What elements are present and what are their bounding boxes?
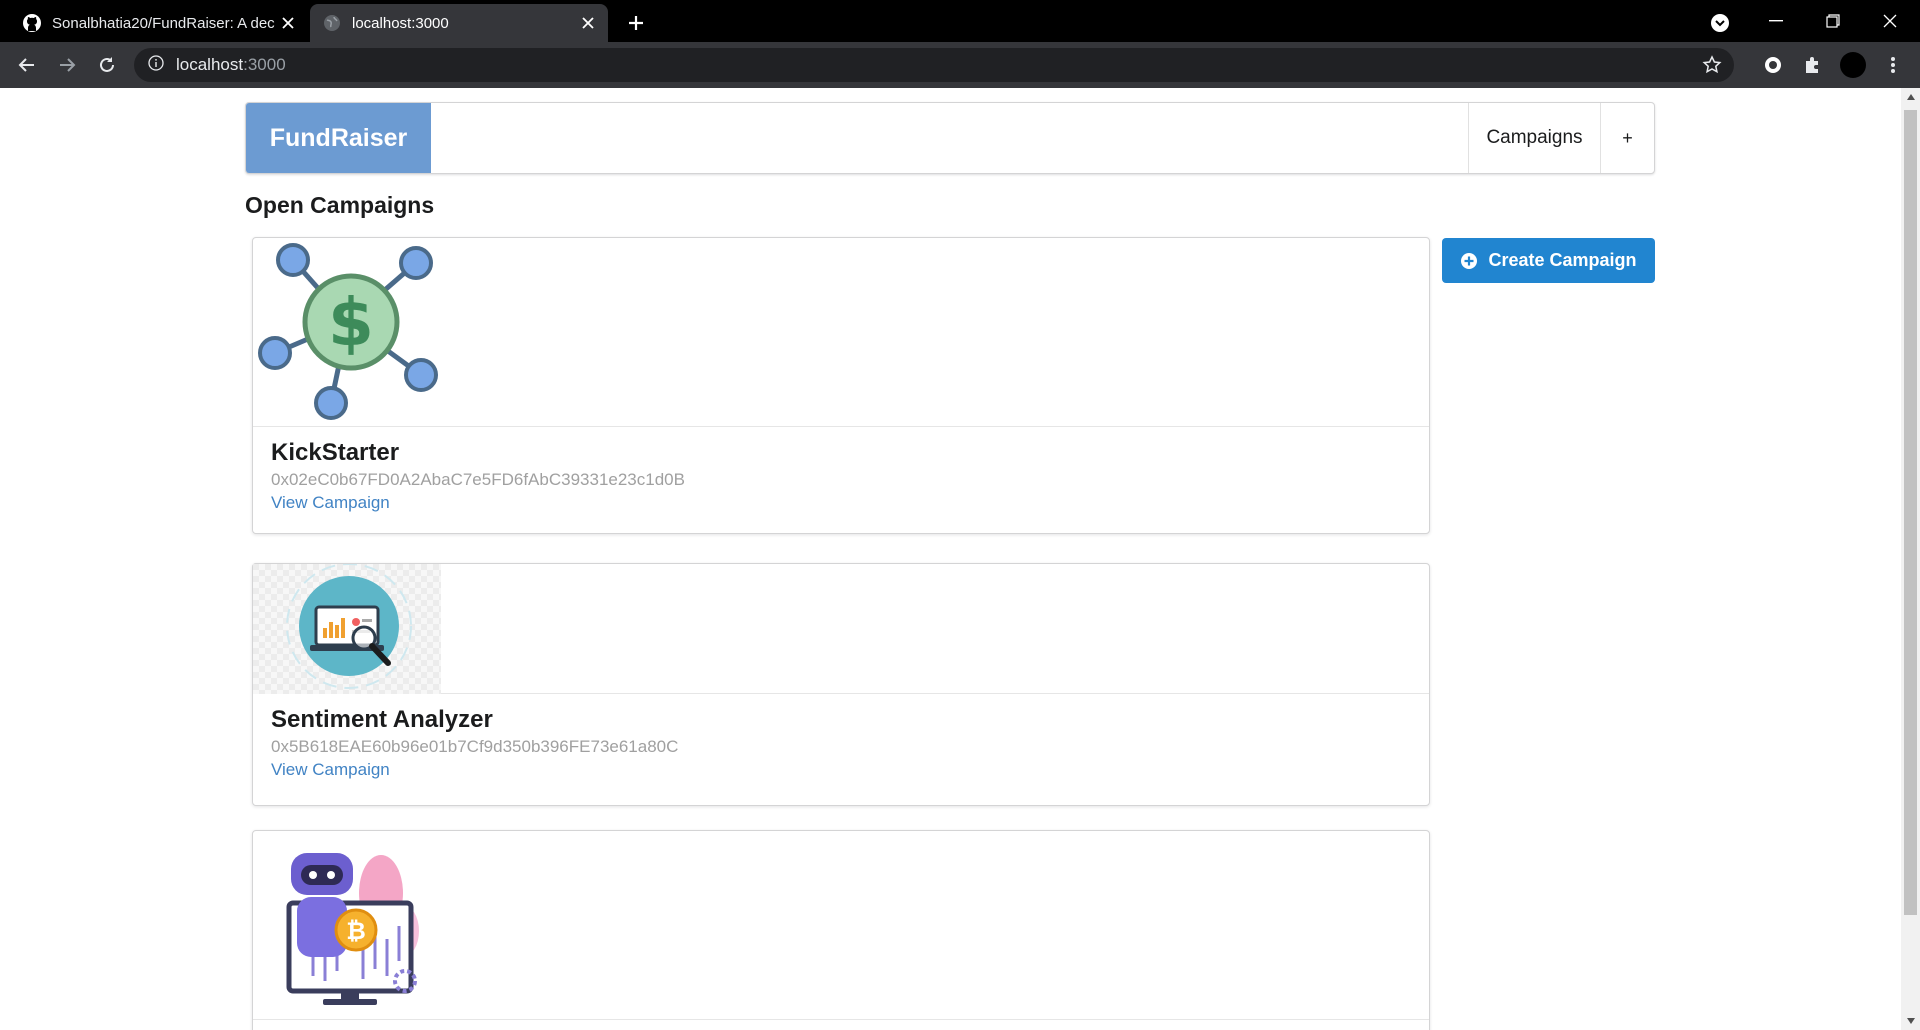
- browser-toolbar: localhost:3000: [0, 42, 1920, 88]
- scrollbar-thumb[interactable]: [1904, 110, 1917, 915]
- create-campaign-button[interactable]: Create Campaign: [1442, 238, 1655, 283]
- github-icon: [22, 13, 42, 33]
- forward-arrow-icon[interactable]: [51, 49, 83, 81]
- bookmark-star-icon[interactable]: [1702, 55, 1722, 80]
- tab-localhost[interactable]: localhost:3000: [310, 4, 608, 42]
- robot-bitcoin-icon: ₿: [253, 831, 1429, 1020]
- globe-icon: [322, 13, 342, 33]
- campaign-address: 0x5B618EAE60b96e01b7Cf9d350b396FE73e61a8…: [271, 737, 679, 756]
- back-arrow-icon[interactable]: [11, 49, 43, 81]
- browser-tab-strip: Sonalbhatia20/FundRaiser: A dec localhos…: [0, 0, 1920, 42]
- page-viewport: FundRaiser Campaigns + Open Campaigns Cr…: [0, 88, 1901, 1030]
- page-title: Open Campaigns: [245, 192, 435, 218]
- nav-add-button[interactable]: +: [1600, 103, 1654, 173]
- close-icon[interactable]: [278, 13, 298, 33]
- tab-title: localhost:3000: [352, 14, 449, 32]
- create-campaign-label: Create Campaign: [1488, 250, 1637, 270]
- nav-campaigns-link[interactable]: Campaigns: [1468, 103, 1600, 173]
- svg-text:₿: ₿: [346, 917, 366, 945]
- laptop-magnifier-icon: [253, 564, 1429, 694]
- campaign-card: Sentiment Analyzer 0x5B618EAE60b96e01b7C…: [252, 563, 1430, 806]
- tab-title: Sonalbhatia20/FundRaiser: A dec: [52, 14, 275, 32]
- puzzle-icon[interactable]: [1797, 49, 1829, 81]
- top-menu: FundRaiser Campaigns +: [245, 102, 1655, 174]
- close-icon[interactable]: [578, 13, 598, 33]
- extension-icon[interactable]: [1757, 49, 1789, 81]
- campaign-name: KickStarter: [271, 439, 400, 466]
- svg-text:$: $: [328, 284, 374, 361]
- profile-avatar[interactable]: [1837, 49, 1869, 81]
- campaign-card: ₿: [252, 830, 1430, 1030]
- campaign-card: $ KickStarter 0x02eC0b67FD0A2AbaC7e5FD6f…: [252, 237, 1430, 534]
- add-circle-icon: [1460, 252, 1478, 270]
- view-campaign-link[interactable]: View Campaign: [271, 758, 390, 782]
- tab-search-icon[interactable]: [1706, 9, 1734, 37]
- view-campaign-link[interactable]: View Campaign: [271, 491, 390, 515]
- url-text: localhost:3000: [176, 55, 286, 74]
- scroll-down-arrow-icon[interactable]: [1901, 1012, 1920, 1030]
- scroll-up-arrow-icon[interactable]: [1901, 88, 1920, 106]
- brand-logo[interactable]: FundRaiser: [246, 103, 431, 173]
- page-scrollbar[interactable]: [1901, 88, 1920, 1030]
- reload-icon[interactable]: [91, 49, 123, 81]
- close-window-icon[interactable]: [1862, 0, 1918, 42]
- tab-github[interactable]: Sonalbhatia20/FundRaiser: A dec: [10, 4, 308, 42]
- restore-icon[interactable]: [1805, 0, 1861, 42]
- kebab-menu-icon[interactable]: [1877, 49, 1909, 81]
- address-bar[interactable]: localhost:3000: [134, 48, 1734, 82]
- campaign-name: Sentiment Analyzer: [271, 706, 493, 733]
- minimize-icon[interactable]: [1748, 0, 1804, 42]
- dollar-network-icon: $: [253, 238, 1429, 427]
- campaign-address: 0x02eC0b67FD0A2AbaC7e5FD6fAbC39331e23c1d…: [271, 470, 685, 489]
- info-icon[interactable]: [148, 54, 164, 76]
- new-tab-icon[interactable]: [622, 9, 650, 37]
